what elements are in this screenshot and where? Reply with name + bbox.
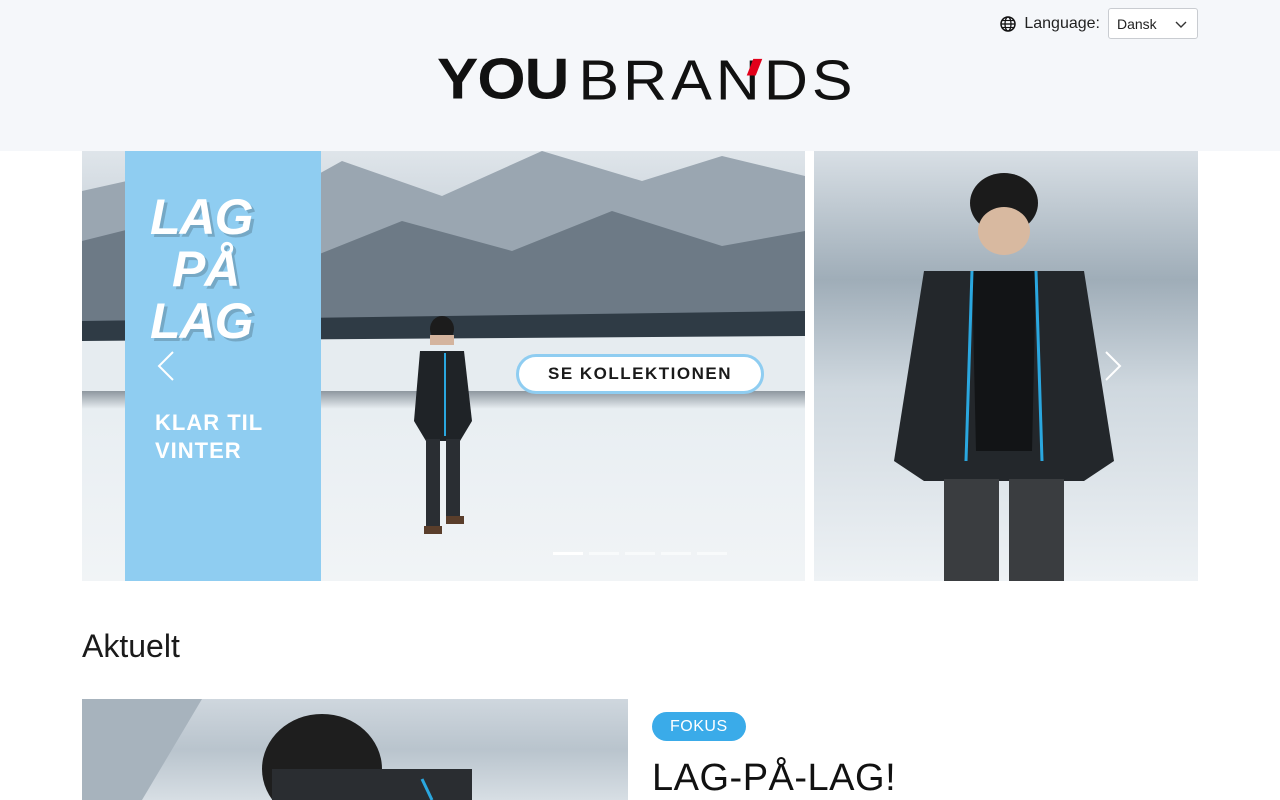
news-category-badge[interactable]: FOKUS [652,712,746,741]
logo-brands: BRANDS [578,52,856,108]
language-selected-value: Dansk [1117,15,1157,32]
hero-promo-subtitle: KLAR TIL VINTER [155,409,263,465]
news-section-title: Aktuelt [82,628,180,664]
hero-promo-title-line: PÅ [172,241,240,297]
news-card-image[interactable] [82,699,628,800]
hero-promo-subtitle-line: KLAR TIL [155,410,264,435]
hero-promo-title-line: LAG [150,189,254,245]
see-collection-button[interactable]: SE KOLLEKTIONEN [516,354,764,394]
carousel-dot[interactable] [553,552,583,555]
site-logo[interactable]: YOU BRANDS [437,47,857,112]
logo-brands-text: BRANDS [578,48,857,112]
news-model-figure [82,699,472,800]
hero-divider [805,151,814,581]
language-switcher: Language: Dansk [1000,8,1198,39]
language-label: Language: [1024,14,1100,32]
carousel-dot[interactable] [625,552,655,555]
hero-promo-title-line: LAG [150,293,254,349]
carousel-indicators [553,552,727,555]
hero-promo-title: LAG PÅ LAG [150,189,254,349]
hero-promo-subtitle-line: VINTER [155,438,242,463]
news-article-title[interactable]: LAG-PÅ-LAG! [652,757,896,800]
hiker-figure [414,316,472,534]
site-header: Language: Dansk YOU BRANDS [0,0,1280,151]
language-select[interactable]: Dansk [1108,8,1198,39]
chevron-down-icon [1175,21,1187,28]
hero-photo-right [814,151,1198,581]
logo-you: YOU [437,47,569,112]
hero-carousel[interactable]: LAG PÅ LAG KLAR TIL VINTER SE KOLLEKTION… [82,151,1198,581]
carousel-dot[interactable] [661,552,691,555]
carousel-dot[interactable] [697,552,727,555]
carousel-dot[interactable] [589,552,619,555]
chevron-right-icon[interactable] [1102,349,1124,383]
globe-icon [1000,15,1017,32]
chevron-left-icon[interactable] [155,349,177,383]
